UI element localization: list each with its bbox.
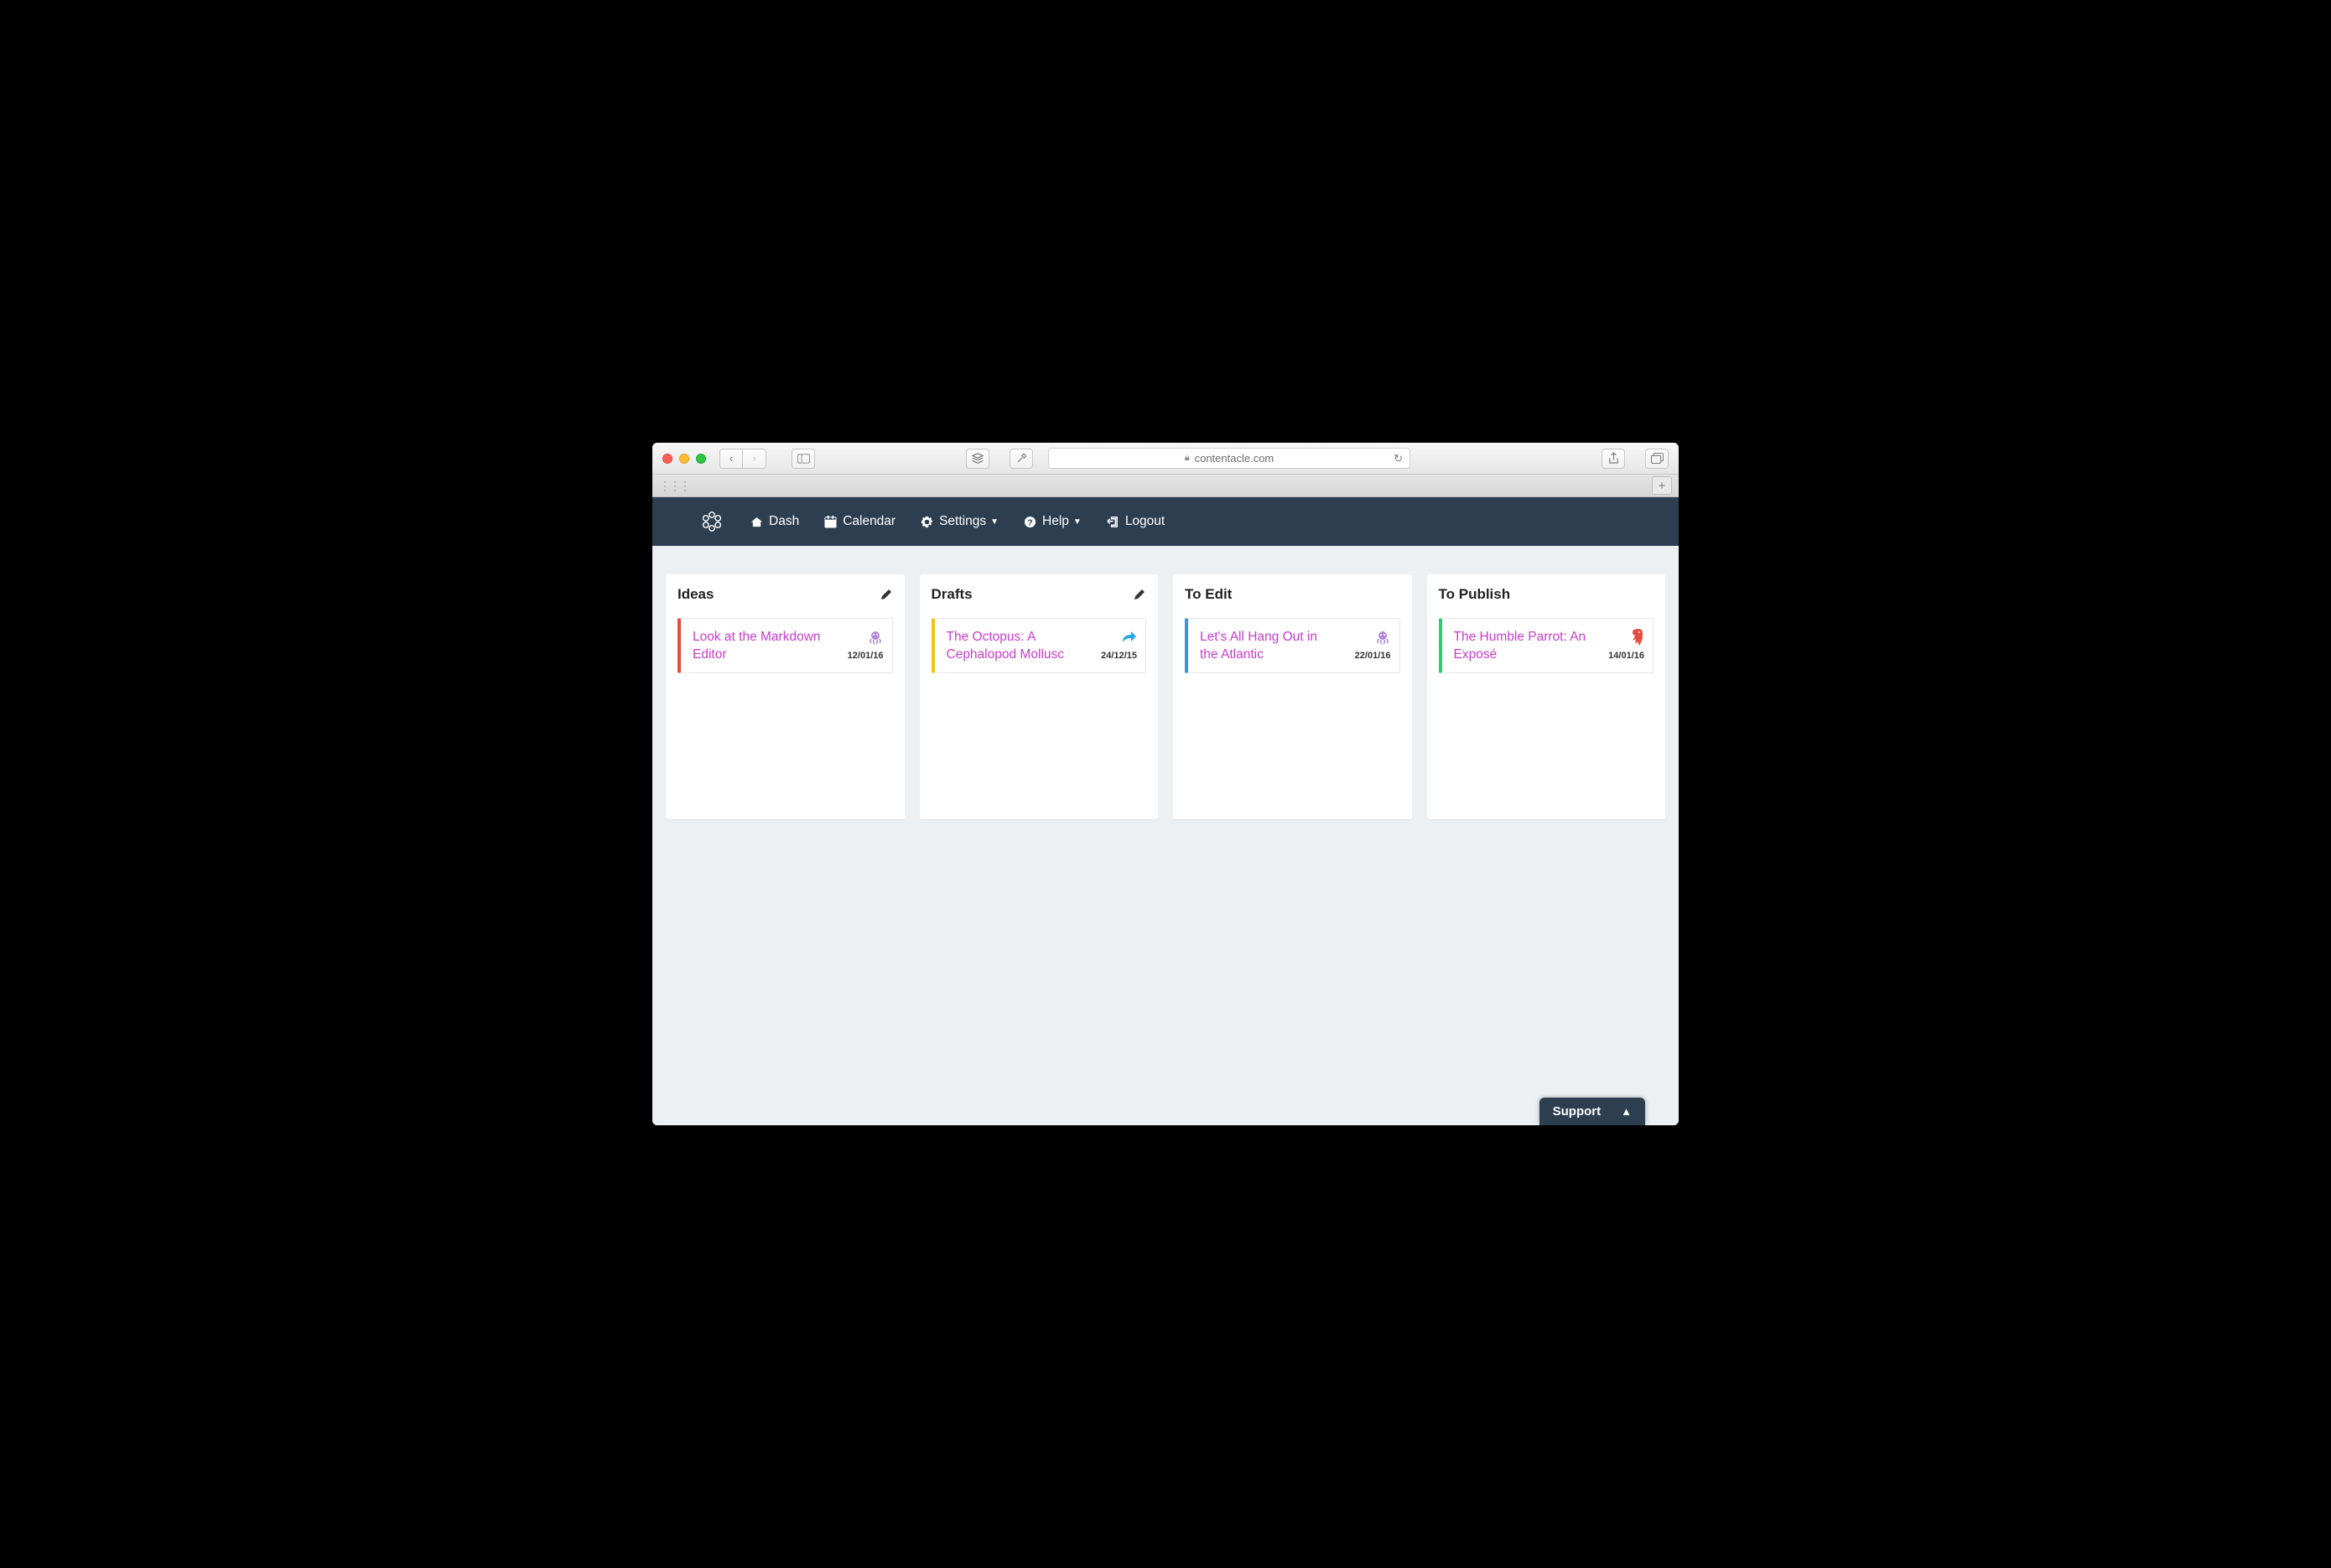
calendar-icon (824, 516, 837, 528)
lock-icon: 🔒︎ (1185, 453, 1190, 464)
reload-button[interactable]: ↻ (1394, 452, 1403, 465)
back-button[interactable]: ‹ (719, 449, 743, 469)
forward-button[interactable]: › (743, 449, 766, 469)
sidebar-toggle-button[interactable] (792, 449, 815, 469)
share-arrow-icon (1120, 629, 1137, 646)
content-card[interactable]: The Humble Parrot: An Exposé 14/01/16 (1439, 618, 1654, 673)
browser-titlebar: ‹ › 🔒︎ contentacle.com ↻ (652, 443, 1679, 475)
nav-calendar[interactable]: Calendar (824, 514, 896, 529)
nav-logout[interactable]: Logout (1107, 514, 1165, 529)
octopus-icon (867, 629, 884, 646)
chevron-up-icon: ▲ (1621, 1105, 1632, 1118)
nav-settings[interactable]: Settings ▼ (921, 514, 999, 529)
caret-down-icon: ▼ (990, 517, 999, 527)
tab-grip-icon: ⋮⋮⋮ (659, 482, 689, 489)
nav-dash-label: Dash (769, 514, 799, 529)
nav-settings-label: Settings (939, 514, 986, 529)
browser-window: ‹ › 🔒︎ contentacle.com ↻ ⋮⋮⋮ (652, 443, 1679, 1125)
column-title: To Edit (1185, 586, 1232, 603)
support-label: Support (1553, 1104, 1602, 1119)
window-controls (662, 454, 706, 464)
column-ideas: Ideas Look at the Markdown Editor 12/01/… (666, 574, 905, 819)
card-title-link[interactable]: Look at the Markdown Editor (693, 629, 832, 664)
logout-icon (1107, 516, 1119, 528)
column-drafts: Drafts The Octopus: A Cephalopod Mollusc… (920, 574, 1159, 819)
column-title: Ideas (677, 586, 714, 603)
question-circle-icon: ? (1024, 516, 1036, 528)
extension-buffer-button[interactable] (966, 449, 989, 469)
card-title-link[interactable]: The Humble Parrot: An Exposé (1454, 629, 1593, 664)
edit-column-button[interactable] (880, 588, 893, 601)
url-host: contentacle.com (1195, 452, 1275, 465)
fullscreen-window-button[interactable] (696, 454, 706, 464)
tabs-overview-button[interactable] (1645, 449, 1669, 469)
extension-devtools-button[interactable] (1010, 449, 1033, 469)
card-date: 24/12/15 (1101, 651, 1137, 661)
card-date: 22/01/16 (1355, 651, 1391, 661)
minimize-window-button[interactable] (679, 454, 689, 464)
card-title-link[interactable]: Let's All Hang Out in the Atlantic (1200, 629, 1339, 664)
tab-strip: ⋮⋮⋮ + (652, 475, 1679, 497)
column-title: Drafts (932, 586, 973, 603)
nav-help[interactable]: ? Help ▼ (1024, 514, 1082, 529)
new-tab-button[interactable]: + (1652, 476, 1672, 495)
svg-text:?: ? (1027, 518, 1032, 527)
share-button[interactable] (1602, 449, 1625, 469)
card-title-link[interactable]: The Octopus: A Cephalopod Mollusc (947, 629, 1086, 664)
gear-icon (921, 516, 933, 528)
parrot-icon (1631, 629, 1644, 646)
content-card[interactable]: The Octopus: A Cephalopod Mollusc 24/12/… (932, 618, 1147, 673)
column-to-publish: To Publish The Humble Parrot: An Exposé … (1427, 574, 1666, 819)
nav-help-label: Help (1042, 514, 1069, 529)
edit-column-button[interactable] (1133, 588, 1146, 601)
content-card[interactable]: Look at the Markdown Editor 12/01/16 (677, 618, 893, 673)
kanban-board: Ideas Look at the Markdown Editor 12/01/… (652, 546, 1679, 819)
octopus-icon (1374, 629, 1391, 646)
nav-logout-label: Logout (1125, 514, 1165, 529)
column-title: To Publish (1439, 586, 1511, 603)
caret-down-icon: ▼ (1073, 517, 1082, 527)
close-window-button[interactable] (662, 454, 672, 464)
nav-dash[interactable]: Dash (750, 514, 799, 529)
home-icon (750, 516, 763, 528)
nav-back-forward: ‹ › (719, 449, 766, 469)
app-viewport: Dash Calendar Settings ▼ ? Help ▼ Logout (652, 497, 1679, 1125)
card-date: 12/01/16 (848, 651, 884, 661)
column-to-edit: To Edit Let's All Hang Out in the Atlant… (1173, 574, 1412, 819)
support-widget[interactable]: Support ▲ (1539, 1098, 1645, 1125)
app-logo[interactable] (698, 508, 725, 535)
content-card[interactable]: Let's All Hang Out in the Atlantic 22/01… (1185, 618, 1400, 673)
address-bar[interactable]: 🔒︎ contentacle.com ↻ (1048, 448, 1410, 469)
app-navbar: Dash Calendar Settings ▼ ? Help ▼ Logout (652, 497, 1679, 546)
nav-calendar-label: Calendar (843, 514, 896, 529)
card-date: 14/01/16 (1608, 651, 1644, 661)
